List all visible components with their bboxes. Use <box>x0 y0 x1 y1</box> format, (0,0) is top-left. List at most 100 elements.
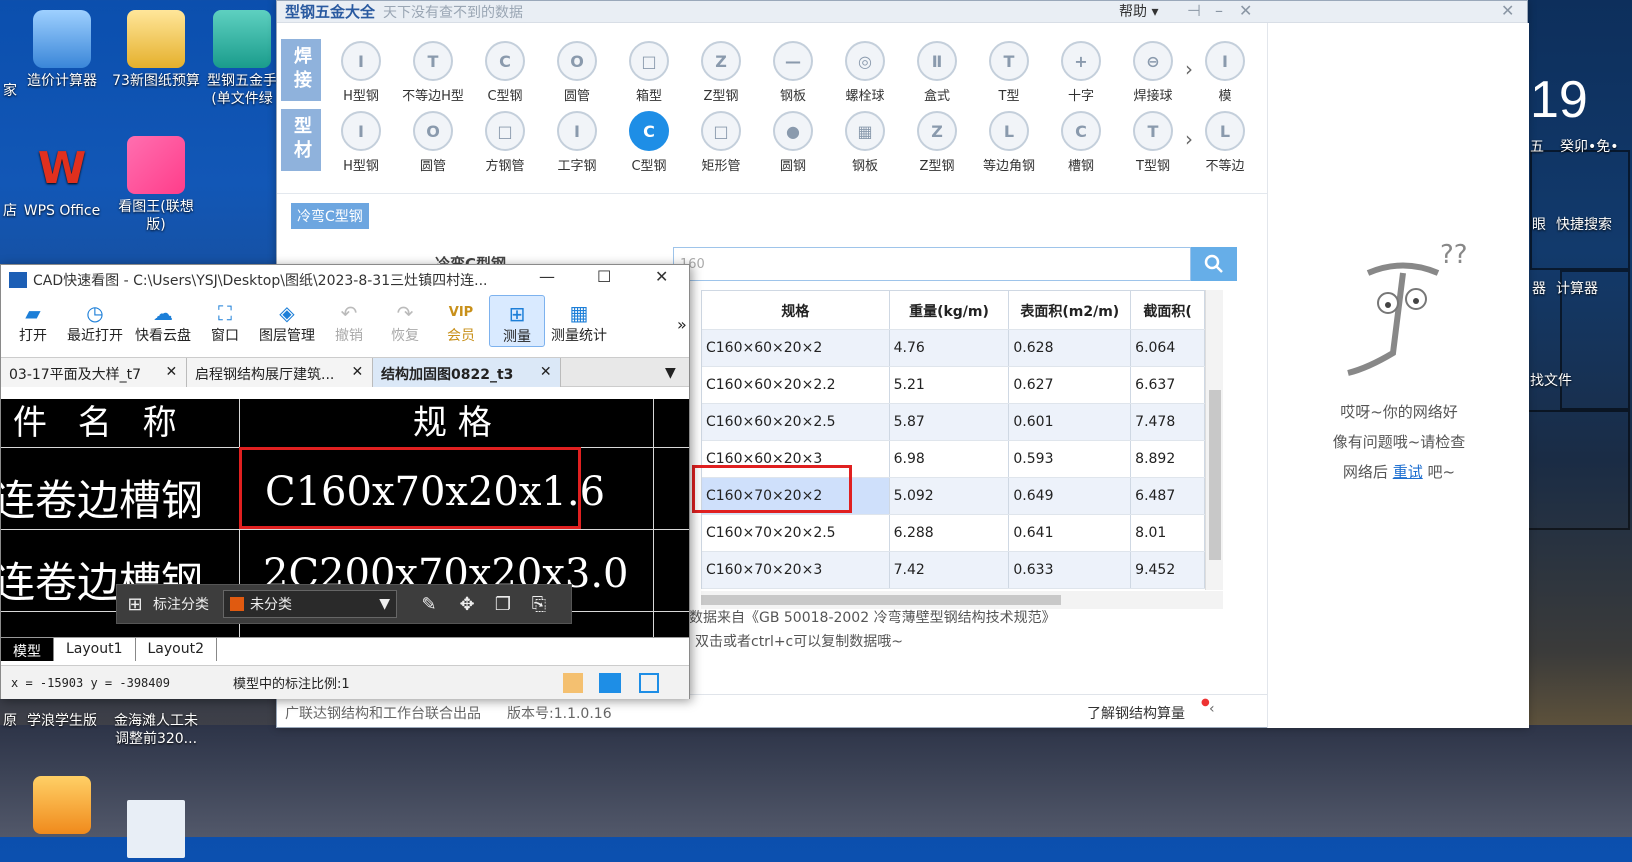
side-close-icon[interactable]: ✕ <box>1501 1 1514 20</box>
table-vscrollbar[interactable] <box>1205 290 1223 590</box>
folder-73-icon[interactable]: 73新图纸预算 <box>106 10 206 90</box>
table-cell[interactable]: 8.892 <box>1131 441 1206 477</box>
help-menu[interactable]: 帮助 ▾ <box>1119 1 1158 21</box>
profile-item-8[interactable]: Z Z型钢 <box>901 105 973 175</box>
table-cell[interactable]: C160×60×20×2.5 <box>702 404 890 440</box>
cad-close-icon[interactable]: ✕ <box>655 267 668 286</box>
weld-item-1[interactable]: T 不等边H型 <box>397 35 469 105</box>
weld-item-5[interactable]: Z Z型钢 <box>685 35 757 105</box>
weld-item-12[interactable]: I模 <box>1189 35 1261 105</box>
footer-learn-link[interactable]: 了解钢结构算量 <box>1087 703 1185 723</box>
profile-item-7[interactable]: ▦ 钢板 <box>829 105 901 175</box>
close-icon[interactable]: ✕ <box>1239 1 1252 20</box>
image-viewer-icon[interactable]: 看图王(联想 版) <box>106 136 206 234</box>
header-area[interactable]: 表面积(m2/m) <box>1009 291 1132 329</box>
retry-link[interactable]: 重试 <box>1393 463 1423 481</box>
ribbon-button-5[interactable]: ↶ 撤销 <box>321 295 377 345</box>
search-button[interactable] <box>1191 247 1237 281</box>
table-row[interactable]: C160×60×20×2.2 5.21 0.627 6.637 <box>702 367 1206 404</box>
ribbon-button-4[interactable]: ◈ 图层管理 <box>253 295 321 345</box>
profile-next-icon[interactable]: › <box>1185 127 1193 151</box>
weld-item-10[interactable]: + 十字 <box>1045 35 1117 105</box>
view-toggle-icon[interactable] <box>599 673 621 693</box>
table-cell[interactable]: 6.288 <box>890 515 1010 551</box>
profile-item-11[interactable]: T T型钢 <box>1117 105 1189 175</box>
profile-item-6[interactable]: ● 圆钢 <box>757 105 829 175</box>
header-weight[interactable]: 重量(kg/m) <box>890 291 1010 329</box>
edit-icon[interactable]: ✎ <box>409 594 449 615</box>
profile-item-10[interactable]: C 槽钢 <box>1045 105 1117 175</box>
table-cell[interactable]: 5.092 <box>890 478 1010 514</box>
table-cell[interactable]: C160×70×20×2.5 <box>702 515 890 551</box>
weld-item-8[interactable]: Ⅱ 盒式 <box>901 35 973 105</box>
minimize-icon[interactable]: – <box>1215 1 1223 20</box>
ribbon-button-3[interactable]: ⛶ 窗口 <box>197 295 253 345</box>
ribbon-button-9[interactable]: ▦ 测量统计 <box>545 295 613 345</box>
move-icon[interactable]: ✥ <box>449 594 485 615</box>
weld-item-0[interactable]: I H型钢 <box>325 35 397 105</box>
tab-document-0[interactable]: 03-17平面及大样_t7 ✕ <box>1 358 187 387</box>
weld-item-3[interactable]: O 圆管 <box>541 35 613 105</box>
cad-maximize-icon[interactable]: ☐ <box>597 267 611 286</box>
table-cell[interactable]: 7.42 <box>890 552 1010 588</box>
tab-document-2[interactable]: 结构加固图0822_t3 ✕ <box>373 358 561 387</box>
hscroll-thumb[interactable] <box>701 595 1061 605</box>
ribbon-button-2[interactable]: ☁ 快看云盘 <box>129 295 197 345</box>
jinhaitan-icon[interactable]: 金海滩人工未 调整前320... <box>106 712 206 748</box>
collapse-icon[interactable]: ‹ <box>1209 701 1215 717</box>
table-cell[interactable]: 6.637 <box>1131 367 1206 403</box>
table-cell[interactable]: 5.21 <box>890 367 1010 403</box>
header-section[interactable]: 截面积( <box>1131 291 1206 329</box>
table-row[interactable]: C160×60×20×2.5 5.87 0.601 7.478 <box>702 404 1206 441</box>
tabs-dropdown-icon[interactable]: ▼ <box>665 365 676 381</box>
table-cell[interactable]: 0.628 <box>1009 330 1132 366</box>
cost-calculator-icon[interactable]: 造价计算器 <box>12 10 112 90</box>
profile-item-0[interactable]: I H型钢 <box>325 105 397 175</box>
tab-weld[interactable]: 焊接 <box>281 39 321 101</box>
table-cell[interactable]: 0.641 <box>1009 515 1132 551</box>
table-cell[interactable]: 7.478 <box>1131 404 1206 440</box>
layout-tab-0[interactable]: 模型 <box>1 638 54 661</box>
tab-profile[interactable]: 型材 <box>281 109 321 171</box>
table-cell[interactable]: 8.01 <box>1131 515 1206 551</box>
tab-close-icon[interactable]: ✕ <box>161 364 177 380</box>
xuelang-icon[interactable]: 学浪学生版 <box>12 712 112 730</box>
table-cell[interactable]: C160×70×20×3 <box>702 552 890 588</box>
weld-item-9[interactable]: T T型 <box>973 35 1045 105</box>
table-cell[interactable]: C160×60×20×2.2 <box>702 367 890 403</box>
paste-icon[interactable]: ⎘ <box>521 594 557 615</box>
ribbon-more-icon[interactable]: » <box>677 315 687 334</box>
weld-item-2[interactable]: C C型钢 <box>469 35 541 105</box>
table-cell[interactable]: C160×60×20×2 <box>702 330 890 366</box>
category-select[interactable]: 未分类 ▼ <box>223 590 397 618</box>
widget-file-label[interactable]: 找文件 <box>1530 370 1572 390</box>
weld-next-icon[interactable]: › <box>1185 57 1193 81</box>
table-cell[interactable]: 4.76 <box>890 330 1010 366</box>
grid-icon[interactable]: ⊞ <box>117 594 153 615</box>
table-cell[interactable]: 0.593 <box>1009 441 1132 477</box>
weld-item-4[interactable]: □ 箱型 <box>613 35 685 105</box>
steel-handbook-icon[interactable]: 型钢五金手 (单文件绿 <box>200 10 284 108</box>
profile-item-1[interactable]: O 圆管 <box>397 105 469 175</box>
weld-item-7[interactable]: ◎ 螺栓球 <box>829 35 901 105</box>
table-cell[interactable]: 0.649 <box>1009 478 1132 514</box>
profile-item-9[interactable]: L 等边角钢 <box>973 105 1045 175</box>
table-cell[interactable]: 0.601 <box>1009 404 1132 440</box>
ribbon-button-8[interactable]: ⊞ 测量 <box>489 295 545 347</box>
profile-item-12[interactable]: L 不等边 <box>1189 105 1261 175</box>
search-input[interactable]: 160 <box>673 247 1191 281</box>
wps-office-icon[interactable]: W WPS Office <box>12 140 112 220</box>
ribbon-button-1[interactable]: ◷ 最近打开 <box>61 295 129 345</box>
ribbon-button-7[interactable]: VIP 会员 <box>433 295 489 345</box>
table-cell[interactable]: 5.87 <box>890 404 1010 440</box>
desktop-icon-bottom-2[interactable] <box>106 800 206 862</box>
tab-close-icon[interactable]: ✕ <box>535 364 552 380</box>
tab-document-1[interactable]: 启程钢结构展厅建筑... ✕ <box>187 358 373 387</box>
table-cell[interactable]: 6.064 <box>1131 330 1206 366</box>
widget-search-label[interactable]: 快捷搜索 <box>1556 214 1612 234</box>
profile-item-3[interactable]: I 工字钢 <box>541 105 613 175</box>
ribbon-button-0[interactable]: ▰ 打开 <box>5 295 61 345</box>
layout-tab-2[interactable]: Layout2 <box>136 638 217 661</box>
table-cell[interactable]: 0.627 <box>1009 367 1132 403</box>
font-icon[interactable] <box>563 673 583 693</box>
